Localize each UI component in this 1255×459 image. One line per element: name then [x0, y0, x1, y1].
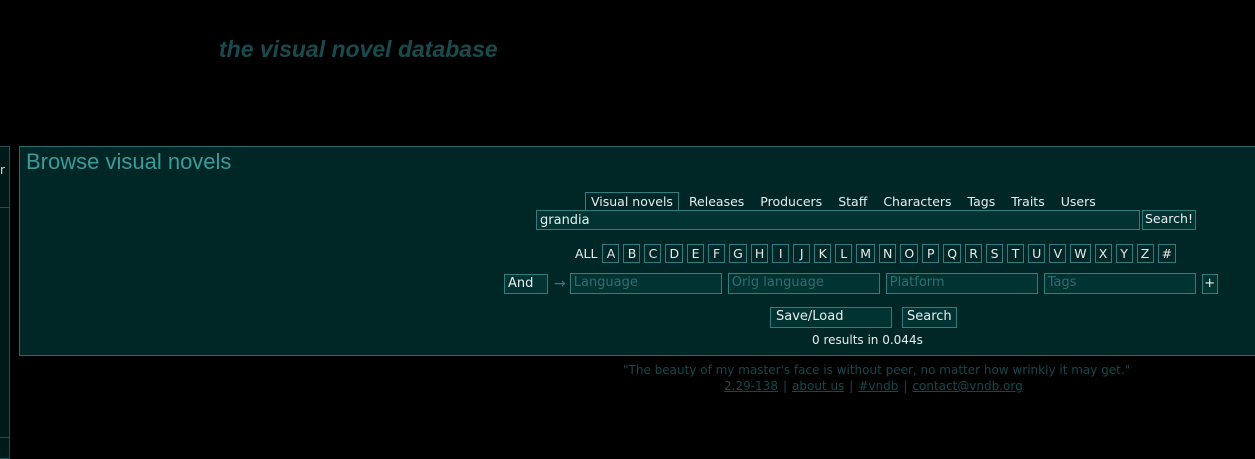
letter-w[interactable]: W — [1070, 244, 1091, 263]
letter-o[interactable]: O — [900, 244, 919, 263]
letter-u[interactable]: U — [1028, 244, 1046, 263]
tab-characters[interactable]: Characters — [877, 192, 957, 211]
left-menu-partial: r — [0, 146, 10, 459]
page-title: Browse visual novels — [26, 149, 232, 174]
menu-divider — [0, 207, 10, 208]
letter-h[interactable]: H — [750, 244, 769, 263]
tab-producers[interactable]: Producers — [754, 192, 828, 211]
letter-b[interactable]: B — [623, 244, 641, 263]
letter-e[interactable]: E — [687, 244, 705, 263]
letter-filter: ALL A B C D E F G H I J K L M N O P Q R … — [575, 244, 1180, 263]
footer-separator: | — [903, 379, 908, 393]
letter-v[interactable]: V — [1049, 244, 1067, 263]
tab-tags[interactable]: Tags — [962, 192, 1002, 211]
letter-z[interactable]: Z — [1136, 244, 1154, 263]
tags-filter[interactable]: Tags — [1043, 273, 1196, 294]
footer-links: 2.29-138 | about us | #vndb | contact@vndb.org — [724, 379, 1023, 393]
contact-link[interactable]: contact@vndb.org — [912, 379, 1022, 393]
menu-divider-bottom — [0, 437, 10, 459]
letter-all[interactable]: ALL — [575, 246, 597, 261]
letter-y[interactable]: Y — [1115, 244, 1133, 263]
about-link[interactable]: about us — [792, 379, 844, 393]
tab-releases[interactable]: Releases — [683, 192, 750, 211]
letter-p[interactable]: P — [922, 244, 940, 263]
letter-f[interactable]: F — [708, 244, 726, 263]
search-submit-button[interactable]: Search! — [1142, 210, 1196, 230]
letter-n[interactable]: N — [879, 244, 897, 263]
letter-a[interactable]: A — [602, 244, 620, 263]
platform-filter[interactable]: Platform — [885, 273, 1038, 294]
right-arrow-icon: → — [554, 275, 566, 292]
irc-link[interactable]: #vndb — [858, 379, 898, 393]
tab-users[interactable]: Users — [1055, 192, 1102, 211]
menu-fragment-text[interactable]: r — [0, 163, 5, 177]
letter-g[interactable]: G — [729, 244, 747, 263]
letter-q[interactable]: Q — [943, 244, 962, 263]
footer-separator: | — [849, 379, 854, 393]
tab-traits[interactable]: Traits — [1005, 192, 1050, 211]
letter-x[interactable]: X — [1094, 244, 1112, 263]
letter-s[interactable]: S — [986, 244, 1004, 263]
version-link[interactable]: 2.29-138 — [724, 379, 778, 393]
search-button[interactable]: Search — [902, 307, 957, 328]
filter-row: And → Language Orig language Platform Ta… — [504, 273, 1218, 294]
site-logo[interactable]: the visual novel database — [219, 36, 498, 63]
save-load-button[interactable]: Save/Load — [770, 307, 892, 328]
letter-hash[interactable]: # — [1157, 244, 1177, 263]
letter-r[interactable]: R — [965, 244, 983, 263]
tab-visual-novels[interactable]: Visual novels — [585, 192, 679, 211]
letter-d[interactable]: D — [665, 244, 684, 263]
language-filter[interactable]: Language — [569, 273, 722, 294]
browse-panel: Browse visual novels Visual novels Relea… — [19, 146, 1255, 356]
search-input[interactable] — [536, 210, 1140, 230]
add-filter-button[interactable]: + — [1201, 273, 1218, 294]
footer-separator: | — [782, 379, 787, 393]
search-tabs: Visual novels Releases Producers Staff C… — [585, 192, 1106, 211]
orig-language-filter[interactable]: Orig language — [727, 273, 880, 294]
letter-m[interactable]: M — [856, 244, 876, 263]
footer-quote: "The beauty of my master's face is witho… — [623, 363, 1131, 377]
letter-k[interactable]: K — [814, 244, 832, 263]
tab-staff[interactable]: Staff — [832, 192, 873, 211]
letter-t[interactable]: T — [1007, 244, 1025, 263]
letter-i[interactable]: I — [772, 244, 790, 263]
and-selector[interactable]: And — [504, 273, 548, 294]
letter-l[interactable]: L — [835, 244, 853, 263]
letter-j[interactable]: J — [793, 244, 811, 263]
results-count: 0 results in 0.044s — [812, 333, 923, 347]
letter-c[interactable]: C — [644, 244, 662, 263]
